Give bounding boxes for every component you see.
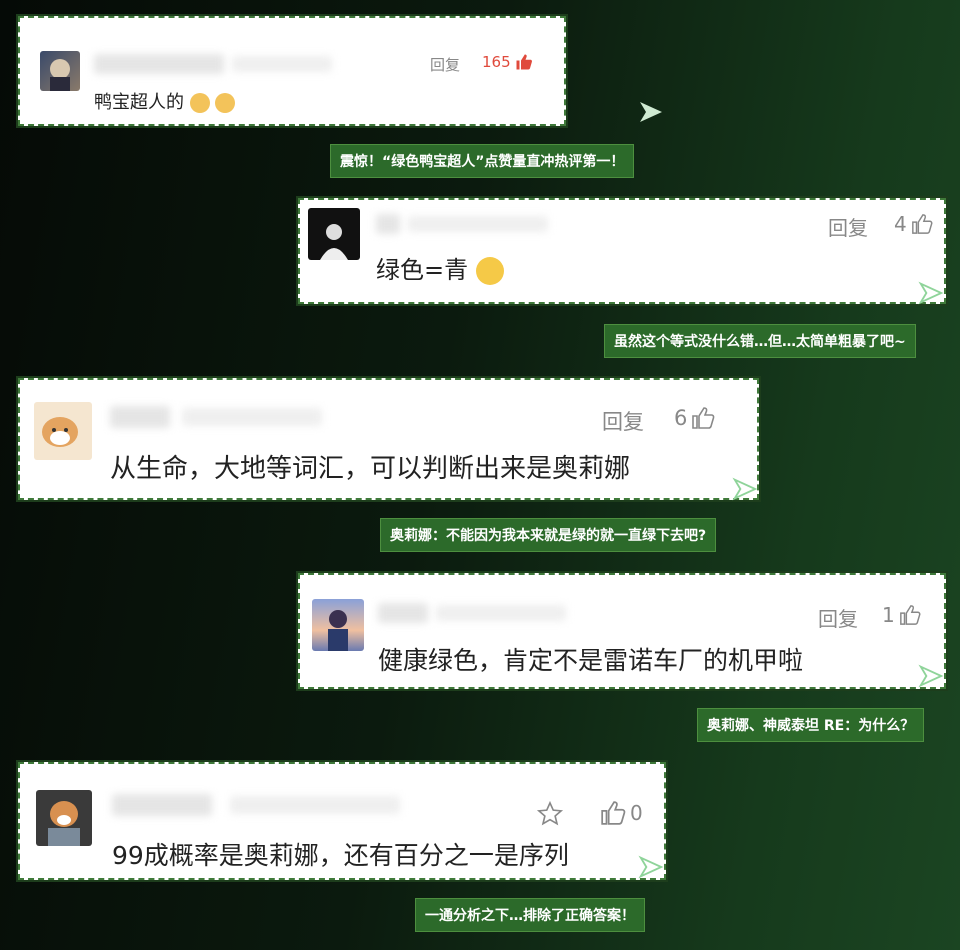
comment-text: 99成概率是奥莉娜，还有百分之一是序列 xyxy=(112,841,569,870)
send-arrow-icon xyxy=(640,102,662,122)
star-icon[interactable] xyxy=(536,800,564,828)
caption-3: 奥莉娜：不能因为我本来就是绿的就一直绿下去吧? xyxy=(380,518,717,552)
reply-button[interactable]: 回复 xyxy=(818,603,858,632)
caption-1: 震惊！“绿色鸭宝超人”点赞量直冲热评第一！ xyxy=(330,144,635,178)
caption-2: 虽然这个等式没什么错…但…太简单粗暴了吧~ xyxy=(604,324,916,358)
meta-blurred xyxy=(230,796,400,814)
like-count: 1 xyxy=(882,603,895,627)
avatar[interactable] xyxy=(34,402,92,460)
avatar-image xyxy=(50,59,70,91)
avatar-image xyxy=(320,224,348,260)
avatar-image xyxy=(42,417,78,447)
reply-button[interactable]: 回复 xyxy=(828,212,868,241)
like-count: 0 xyxy=(630,801,643,825)
username-blurred xyxy=(110,406,170,428)
like-count: 4 xyxy=(894,212,907,236)
avatar[interactable] xyxy=(308,208,360,260)
comment-card-3: 回复 6 从生命，大地等词汇，可以判断出来是奥莉娜 xyxy=(16,376,761,502)
comment-card-4: 回复 1 健康绿色，肯定不是雷诺车厂的机甲啦 xyxy=(296,571,948,691)
username-blurred xyxy=(378,603,428,623)
comment-text: 健康绿色，肯定不是雷诺车厂的机甲啦 xyxy=(378,646,804,675)
like-button[interactable]: 6 xyxy=(674,406,715,430)
caption-5: 一通分析之下…排除了正确答案！ xyxy=(415,898,645,932)
like-button[interactable]: 0 xyxy=(600,800,643,826)
cat-face-emoji xyxy=(215,93,236,113)
comment-text: 从生命，大地等词汇，可以判断出来是奥莉娜 xyxy=(110,454,631,484)
meta-blurred xyxy=(436,605,566,621)
meta-blurred xyxy=(182,408,322,426)
like-count: 6 xyxy=(674,406,688,430)
send-arrow-icon xyxy=(638,855,664,879)
comment-card-1: 回复 165 鸭宝超人的 xyxy=(16,14,568,128)
comment-text: 绿色=青 xyxy=(376,250,504,285)
thumbs-up-icon xyxy=(692,407,715,429)
like-button[interactable]: 1 xyxy=(882,603,921,627)
thumbs-up-icon xyxy=(899,605,921,625)
reply-button[interactable]: 回复 xyxy=(430,54,460,75)
meta-blurred xyxy=(232,56,332,72)
avatar[interactable] xyxy=(36,790,92,846)
like-button[interactable]: 165 xyxy=(482,53,533,71)
avatar-image xyxy=(48,801,80,846)
like-button[interactable]: 4 xyxy=(894,212,933,236)
reply-button[interactable]: 回复 xyxy=(602,406,644,436)
send-arrow-icon xyxy=(918,281,944,305)
username-blurred xyxy=(112,794,212,816)
comment-card-5: 0 99成概率是奥莉娜，还有百分之一是序列 xyxy=(16,760,668,882)
like-count: 165 xyxy=(482,53,511,71)
comment-card-2: 回复 4 绿色=青 xyxy=(296,196,948,306)
username-blurred xyxy=(376,214,400,234)
dizzy-face-emoji xyxy=(475,257,504,285)
avatar[interactable] xyxy=(312,599,364,651)
username-blurred xyxy=(94,54,224,74)
send-arrow-icon xyxy=(732,477,758,501)
thumbs-up-icon xyxy=(601,801,626,825)
send-arrow-icon xyxy=(918,664,944,688)
meta-blurred xyxy=(408,216,548,232)
cat-face-emoji xyxy=(189,93,210,113)
avatar-image xyxy=(328,610,348,651)
comment-text-content: 绿色=青 xyxy=(376,256,469,284)
comment-text: 鸭宝超人的 xyxy=(94,88,236,114)
caption-4: 奥莉娜、神威泰坦 RE：为什么？ xyxy=(697,708,925,742)
thumbs-up-filled-icon xyxy=(516,54,532,70)
comment-text-content: 鸭宝超人的 xyxy=(94,92,184,113)
thumbs-up-icon xyxy=(911,214,933,234)
avatar[interactable] xyxy=(40,51,80,91)
